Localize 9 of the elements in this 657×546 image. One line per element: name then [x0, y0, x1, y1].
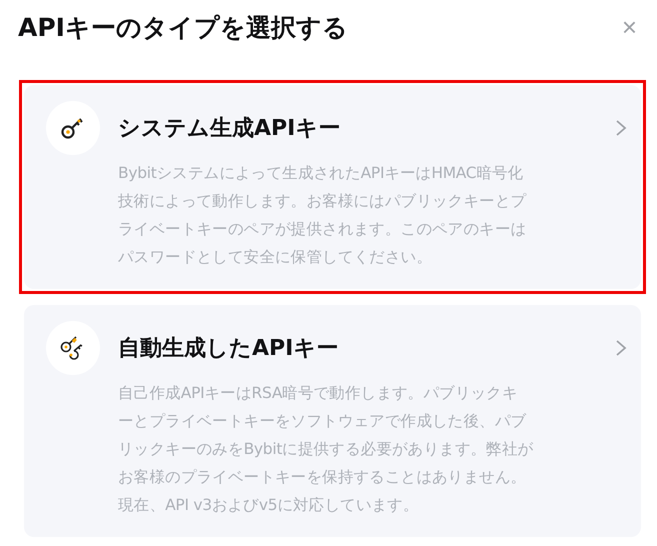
chevron-right-icon	[615, 339, 627, 357]
option-card[interactable]: システム生成APIキー Bybitシステムによって生成されたAPIキーはHMAC暗号化 技術によって動作します。お客様にはパブリックキーとプ ライベートキーのペアが提供されます。このペアのキーは パスワードとして安全に保管してください。	[24, 85, 641, 289]
option-description: 自己作成APIキーはRSA暗号で動作します。パブリックキ ーとプライベートキーをソフトウェアで作成した後、パブ リックキーのみをBybitに提供する必要があります。弊社が お客様のプライベートキーを保持することはありません。 現在、API v3およびv5に対応しています。	[118, 383, 534, 516]
option-description: Bybitシステムによって生成されたAPIキーはHMAC暗号化 技術によって動作します。お客様にはパブリックキーとプ ライベートキーのペアが提供されます。このペアのキーは パスワードとして安全に保管してください。	[118, 163, 528, 268]
option-title: システム生成APIキー	[118, 115, 340, 143]
dialog-title: APIキーのタイプを選択する	[18, 12, 348, 44]
option-title: 自動生成したAPIキー	[118, 335, 338, 363]
option-card[interactable]: 自動生成したAPIキー 自己作成APIキーはRSA暗号で動作します。パブリックキ ーとプライベートキーをソフトウェアで作成した後、パブ リックキーのみをBybitに提供する必要があります。弊社が お客様のプライベートキーを保持することはありません。 現在、API v3およびv5に対応しています。	[24, 305, 641, 537]
chevron-right-icon	[615, 119, 627, 137]
